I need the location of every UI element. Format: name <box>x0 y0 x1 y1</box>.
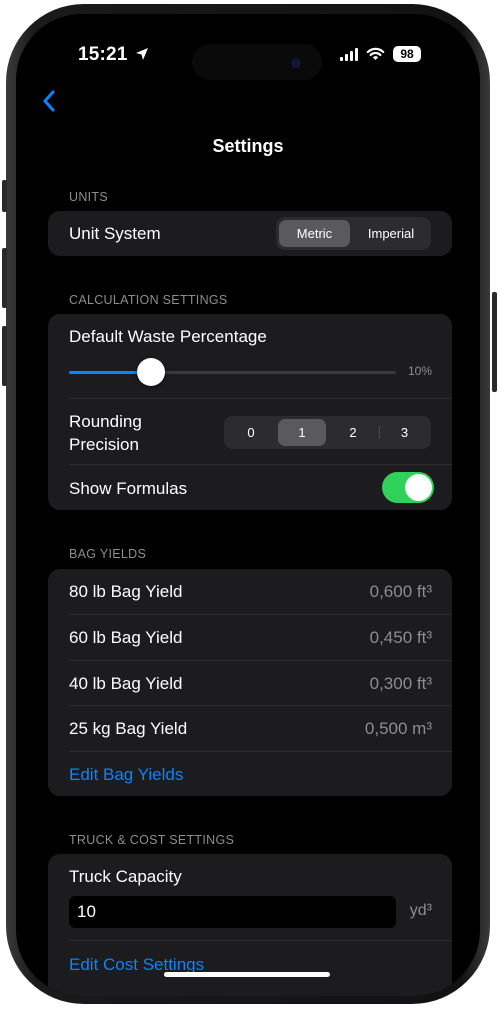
bag-yields-card: 80 lb Bag Yield 0,600 ft³ 60 lb Bag Yiel… <box>48 569 452 796</box>
divider <box>69 398 452 399</box>
page-title: Settings <box>212 136 284 156</box>
home-indicator[interactable] <box>164 972 330 977</box>
segment-divider <box>379 426 380 439</box>
divider <box>69 705 452 706</box>
rounding-label-line1: Rounding <box>69 412 142 431</box>
waste-percentage-label: Default Waste Percentage <box>69 327 267 346</box>
bag-yield-value: 0,600 ft³ <box>369 582 432 601</box>
section-header-calculation: CALCULATION SETTINGS <box>69 293 228 307</box>
screen: 15:21 98 Settings UNITS Unit System Metr… <box>16 14 480 996</box>
location-arrow-icon <box>136 48 149 60</box>
rounding-precision-label: Rounding Precision <box>69 410 142 456</box>
volume-up-button <box>2 248 7 308</box>
bag-yield-label: 80 lb Bag Yield <box>69 582 183 601</box>
waste-percentage-value: 10% <box>407 364 432 378</box>
rounding-precision-segmented-control[interactable]: 0 1 2 3 <box>224 416 431 449</box>
truck-capacity-label: Truck Capacity <box>69 867 182 886</box>
segment-imperial[interactable]: Imperial <box>354 220 428 247</box>
segment-precision-0[interactable]: 0 <box>227 419 275 446</box>
segment-metric[interactable]: Metric <box>279 220 350 247</box>
unit-system-segmented-control[interactable]: Metric Imperial <box>276 217 431 250</box>
unit-system-label: Unit System <box>69 224 161 243</box>
segment-precision-2[interactable]: 2 <box>329 419 377 446</box>
dynamic-island <box>192 44 322 80</box>
section-header-truck-cost: TRUCK & COST SETTINGS <box>69 833 235 847</box>
bag-yield-label: 60 lb Bag Yield <box>69 628 183 647</box>
section-header-bag-yields: BAG YIELDS <box>69 547 147 561</box>
segment-precision-3[interactable]: 3 <box>381 419 428 446</box>
truck-capacity-unit: yd³ <box>409 902 432 919</box>
waste-percentage-slider[interactable] <box>69 358 396 386</box>
divider <box>69 614 452 615</box>
slider-thumb[interactable] <box>136 358 165 386</box>
truck-capacity-input[interactable]: 10 <box>69 896 396 928</box>
bag-yield-value: 0,300 ft³ <box>369 674 432 693</box>
bag-yield-value: 0,450 ft³ <box>369 628 432 647</box>
cellular-signal-icon <box>340 47 358 61</box>
rounding-label-line2: Precision <box>69 435 139 454</box>
show-formulas-toggle[interactable] <box>382 472 434 503</box>
wifi-icon <box>366 47 385 60</box>
status-icons: 98 <box>340 44 421 64</box>
bag-yield-label: 40 lb Bag Yield <box>69 674 183 693</box>
calculation-card: Default Waste Percentage 10% Rounding Pr… <box>48 314 452 510</box>
volume-down-button <box>2 326 7 386</box>
battery-icon: 98 <box>393 46 421 62</box>
back-button[interactable] <box>38 90 64 116</box>
divider <box>69 751 452 752</box>
divider <box>69 464 452 465</box>
chevron-left-icon <box>43 90 55 112</box>
bag-yield-value: 0,500 m³ <box>364 719 432 738</box>
status-time: 15:21 <box>78 44 149 66</box>
units-card: Unit System Metric Imperial <box>48 211 452 256</box>
toggle-knob <box>405 474 432 501</box>
power-button <box>492 292 497 392</box>
action-button <box>2 180 7 212</box>
divider <box>69 940 452 941</box>
show-formulas-label: Show Formulas <box>69 479 188 498</box>
camera-dot <box>291 58 301 68</box>
divider <box>69 660 452 661</box>
bag-yield-label: 25 kg Bag Yield <box>69 719 188 738</box>
status-time-text: 15:21 <box>78 44 128 65</box>
segment-precision-1[interactable]: 1 <box>278 419 326 446</box>
section-header-units: UNITS <box>69 190 108 204</box>
edit-bag-yields-link[interactable]: Edit Bag Yields <box>69 765 183 785</box>
